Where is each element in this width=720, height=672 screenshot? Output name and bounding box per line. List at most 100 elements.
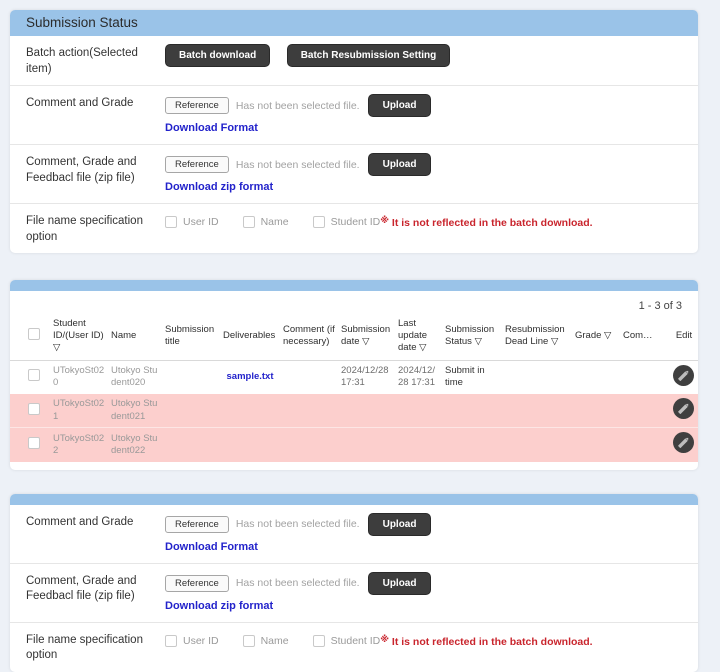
comment-grade-zip-row: Comment, Grade and Feedbacl file (zip fi… xyxy=(10,564,698,623)
edit-pencil-icon[interactable] xyxy=(673,432,694,453)
batch-action-row: Batch action(Selected item) Batch downlo… xyxy=(10,36,698,86)
col-name: Name xyxy=(108,314,162,360)
submission-status-panel: Submission Status Batch action(Selected … xyxy=(10,10,698,253)
no-file-text: Has not been selected file. xyxy=(236,159,360,171)
name-checkbox[interactable] xyxy=(243,635,255,647)
user-id-checkbox-label: User ID xyxy=(183,635,219,647)
name-checkbox-label: Name xyxy=(261,216,289,228)
note-asterisk: ※ xyxy=(380,634,389,644)
upload-button[interactable]: Upload xyxy=(368,153,432,176)
pagination-info: 1 - 3 of 3 xyxy=(10,291,698,314)
deliverable-file-link[interactable]: sample.txt xyxy=(227,371,274,382)
reference-button[interactable]: Reference xyxy=(165,516,229,533)
file-name-option-row: File name specification option User ID N… xyxy=(10,623,698,672)
no-file-text: Has not been selected file. xyxy=(236,518,360,530)
reference-button[interactable]: Reference xyxy=(165,97,229,114)
name-checkbox[interactable] xyxy=(243,216,255,228)
grade-cell xyxy=(572,360,620,394)
name-checkbox-label: Name xyxy=(261,635,289,647)
comment-short-cell xyxy=(620,360,670,394)
submission-title-cell xyxy=(162,428,220,462)
table-row: UTokyoSt022 Utokyo Student022 xyxy=(10,428,698,462)
row-checkbox[interactable] xyxy=(28,437,40,449)
reference-button[interactable]: Reference xyxy=(165,156,229,173)
batch-resubmission-setting-button[interactable]: Batch Resubmission Setting xyxy=(287,44,451,67)
batch-download-note: ※ It is not reflected in the batch downl… xyxy=(380,634,592,648)
download-zip-format-link[interactable]: Download zip format xyxy=(165,181,273,193)
name-cell: Utokyo Student022 xyxy=(108,428,162,462)
file-name-option-label: File name specification option xyxy=(26,631,165,664)
submission-status-cell xyxy=(442,428,502,462)
col-student-id[interactable]: Student ID/(User ID) ▽ xyxy=(50,314,108,360)
resubmission-dead-line-cell xyxy=(502,394,572,428)
submission-date-cell: 2024/12/28 17:31 xyxy=(338,360,395,394)
submission-status-cell xyxy=(442,394,502,428)
submission-status-cell: Submit in time xyxy=(442,360,502,394)
comment-cell xyxy=(280,394,338,428)
last-update-date-cell: 2024/12/28 17:31 xyxy=(395,360,442,394)
table-header-row: Student ID/(User ID) ▽ Name Submission t… xyxy=(10,314,698,360)
comment-cell xyxy=(280,360,338,394)
panel-top-bar xyxy=(10,280,698,291)
panel-title: Submission Status xyxy=(10,10,698,36)
col-submission-title: Submission title xyxy=(162,314,220,360)
download-zip-format-link[interactable]: Download zip format xyxy=(165,600,273,612)
grade-cell xyxy=(572,428,620,462)
file-name-option-row: File name specification option User ID N… xyxy=(10,204,698,253)
select-all-checkbox[interactable] xyxy=(28,328,40,340)
no-file-text: Has not been selected file. xyxy=(236,577,360,589)
col-deliverables: Deliverables xyxy=(220,314,280,360)
table-row: UTokyoSt020 Utokyo Student020 sample.txt… xyxy=(10,360,698,394)
table-row: UTokyoSt021 Utokyo Student021 xyxy=(10,394,698,428)
edit-pencil-icon[interactable] xyxy=(673,365,694,386)
col-last-update-date[interactable]: Last update date ▽ xyxy=(395,314,442,360)
no-file-text: Has not been selected file. xyxy=(236,100,360,112)
edit-pencil-icon[interactable] xyxy=(673,398,694,419)
col-comment-short: Com… xyxy=(620,314,670,360)
user-id-checkbox[interactable] xyxy=(165,635,177,647)
batch-download-button[interactable]: Batch download xyxy=(165,44,270,67)
upload-button[interactable]: Upload xyxy=(368,572,432,595)
comment-short-cell xyxy=(620,394,670,428)
comment-grade-zip-label: Comment, Grade and Feedbacl file (zip fi… xyxy=(26,572,165,605)
col-submission-status[interactable]: Submission Status ▽ xyxy=(442,314,502,360)
download-format-link[interactable]: Download Format xyxy=(165,541,258,553)
submission-title-cell xyxy=(162,360,220,394)
batch-download-note: ※ It is not reflected in the batch downl… xyxy=(380,215,592,229)
download-format-link[interactable]: Download Format xyxy=(165,122,258,134)
student-id-checkbox[interactable] xyxy=(313,635,325,647)
student-id-cell: UTokyoSt020 xyxy=(50,360,108,394)
student-id-cell: UTokyoSt021 xyxy=(50,394,108,428)
student-id-checkbox[interactable] xyxy=(313,216,325,228)
col-submission-date[interactable]: Submission date ▽ xyxy=(338,314,395,360)
row-checkbox[interactable] xyxy=(28,369,40,381)
note-asterisk: ※ xyxy=(380,215,389,225)
comment-cell xyxy=(280,428,338,462)
reference-button[interactable]: Reference xyxy=(165,575,229,592)
student-id-checkbox-label: Student ID xyxy=(331,216,381,228)
col-edit: Edit xyxy=(670,314,698,360)
resubmission-dead-line-cell xyxy=(502,360,572,394)
upload-button[interactable]: Upload xyxy=(368,513,432,536)
panel-top-bar xyxy=(10,494,698,505)
comment-grade-row: Comment and Grade Reference Has not been… xyxy=(10,505,698,564)
col-comment: Comment (if necessary) xyxy=(280,314,338,360)
upload-button[interactable]: Upload xyxy=(368,94,432,117)
deliverables-cell xyxy=(220,394,280,428)
user-id-checkbox[interactable] xyxy=(165,216,177,228)
submission-table-panel: 1 - 3 of 3 Student ID/(User ID) ▽ Name S… xyxy=(10,280,698,470)
user-id-checkbox-label: User ID xyxy=(183,216,219,228)
grade-cell xyxy=(572,394,620,428)
comment-grade-label: Comment and Grade xyxy=(26,513,165,531)
comment-grade-zip-row: Comment, Grade and Feedbacl file (zip fi… xyxy=(10,145,698,204)
student-id-cell: UTokyoSt022 xyxy=(50,428,108,462)
last-update-date-cell xyxy=(395,394,442,428)
name-cell: Utokyo Student020 xyxy=(108,360,162,394)
submission-date-cell xyxy=(338,394,395,428)
col-resubmission-dead-line[interactable]: Resubmission Dead Line ▽ xyxy=(502,314,572,360)
row-checkbox[interactable] xyxy=(28,403,40,415)
last-update-date-cell xyxy=(395,428,442,462)
col-grade[interactable]: Grade ▽ xyxy=(572,314,620,360)
name-cell: Utokyo Student021 xyxy=(108,394,162,428)
submission-title-cell xyxy=(162,394,220,428)
